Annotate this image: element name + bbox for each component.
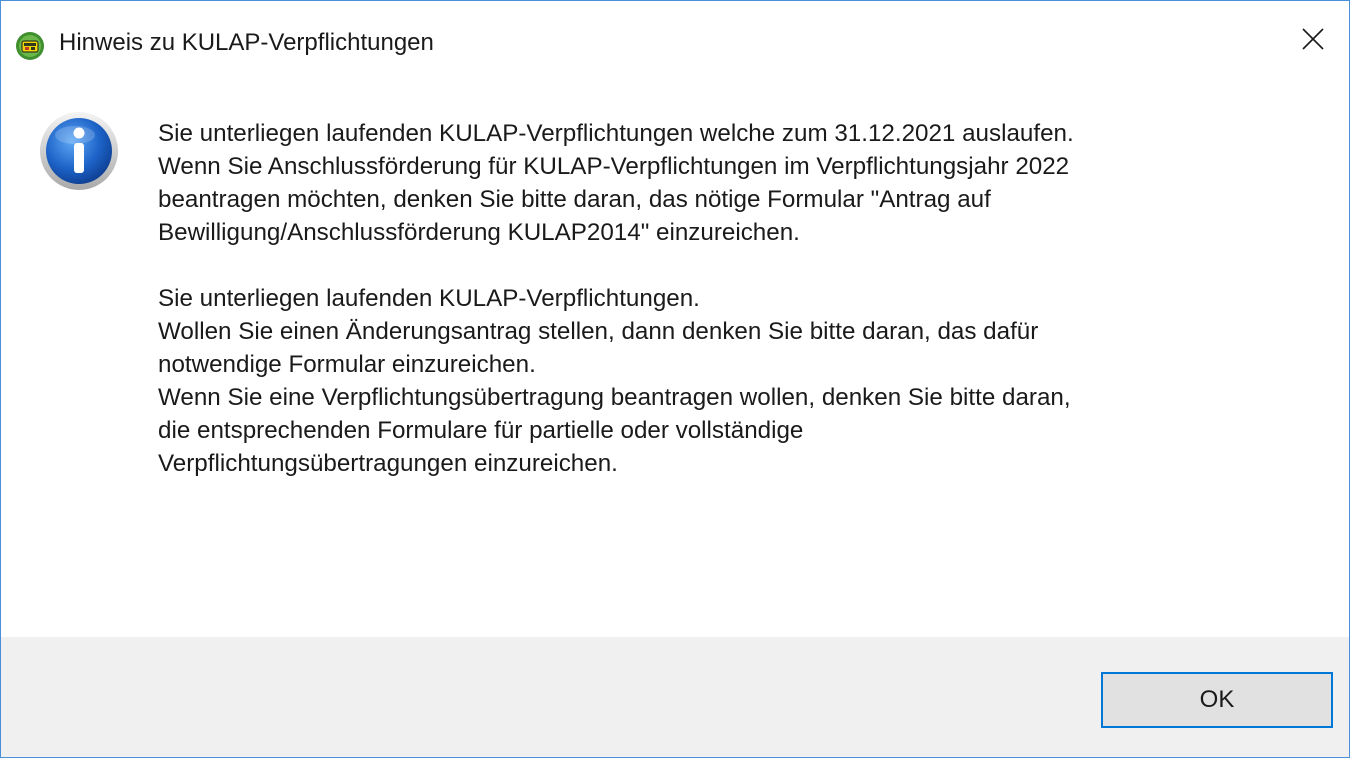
title-bar[interactable]: Hinweis zu KULAP-Verpflichtungen	[1, 1, 1349, 77]
close-button[interactable]	[1277, 1, 1349, 77]
message-text: Sie unterliegen laufenden KULAP-Verpflic…	[158, 117, 1343, 480]
close-icon	[1301, 27, 1325, 51]
message-paragraph-running: Sie unterliegen laufenden KULAP-Verpflic…	[158, 285, 1071, 477]
message-content: Sie unterliegen laufenden KULAP-Verpflic…	[1, 77, 1349, 637]
message-paragraph-expiring: Sie unterliegen laufenden KULAP-Verpflic…	[158, 120, 1074, 246]
info-icon	[39, 111, 119, 191]
kulap-app-icon	[15, 31, 45, 61]
ok-button[interactable]: OK	[1101, 672, 1333, 728]
window-title: Hinweis zu KULAP-Verpflichtungen	[59, 29, 434, 56]
message-dialog: Hinweis zu KULAP-Verpflichtungen Sie unt…	[0, 0, 1350, 758]
